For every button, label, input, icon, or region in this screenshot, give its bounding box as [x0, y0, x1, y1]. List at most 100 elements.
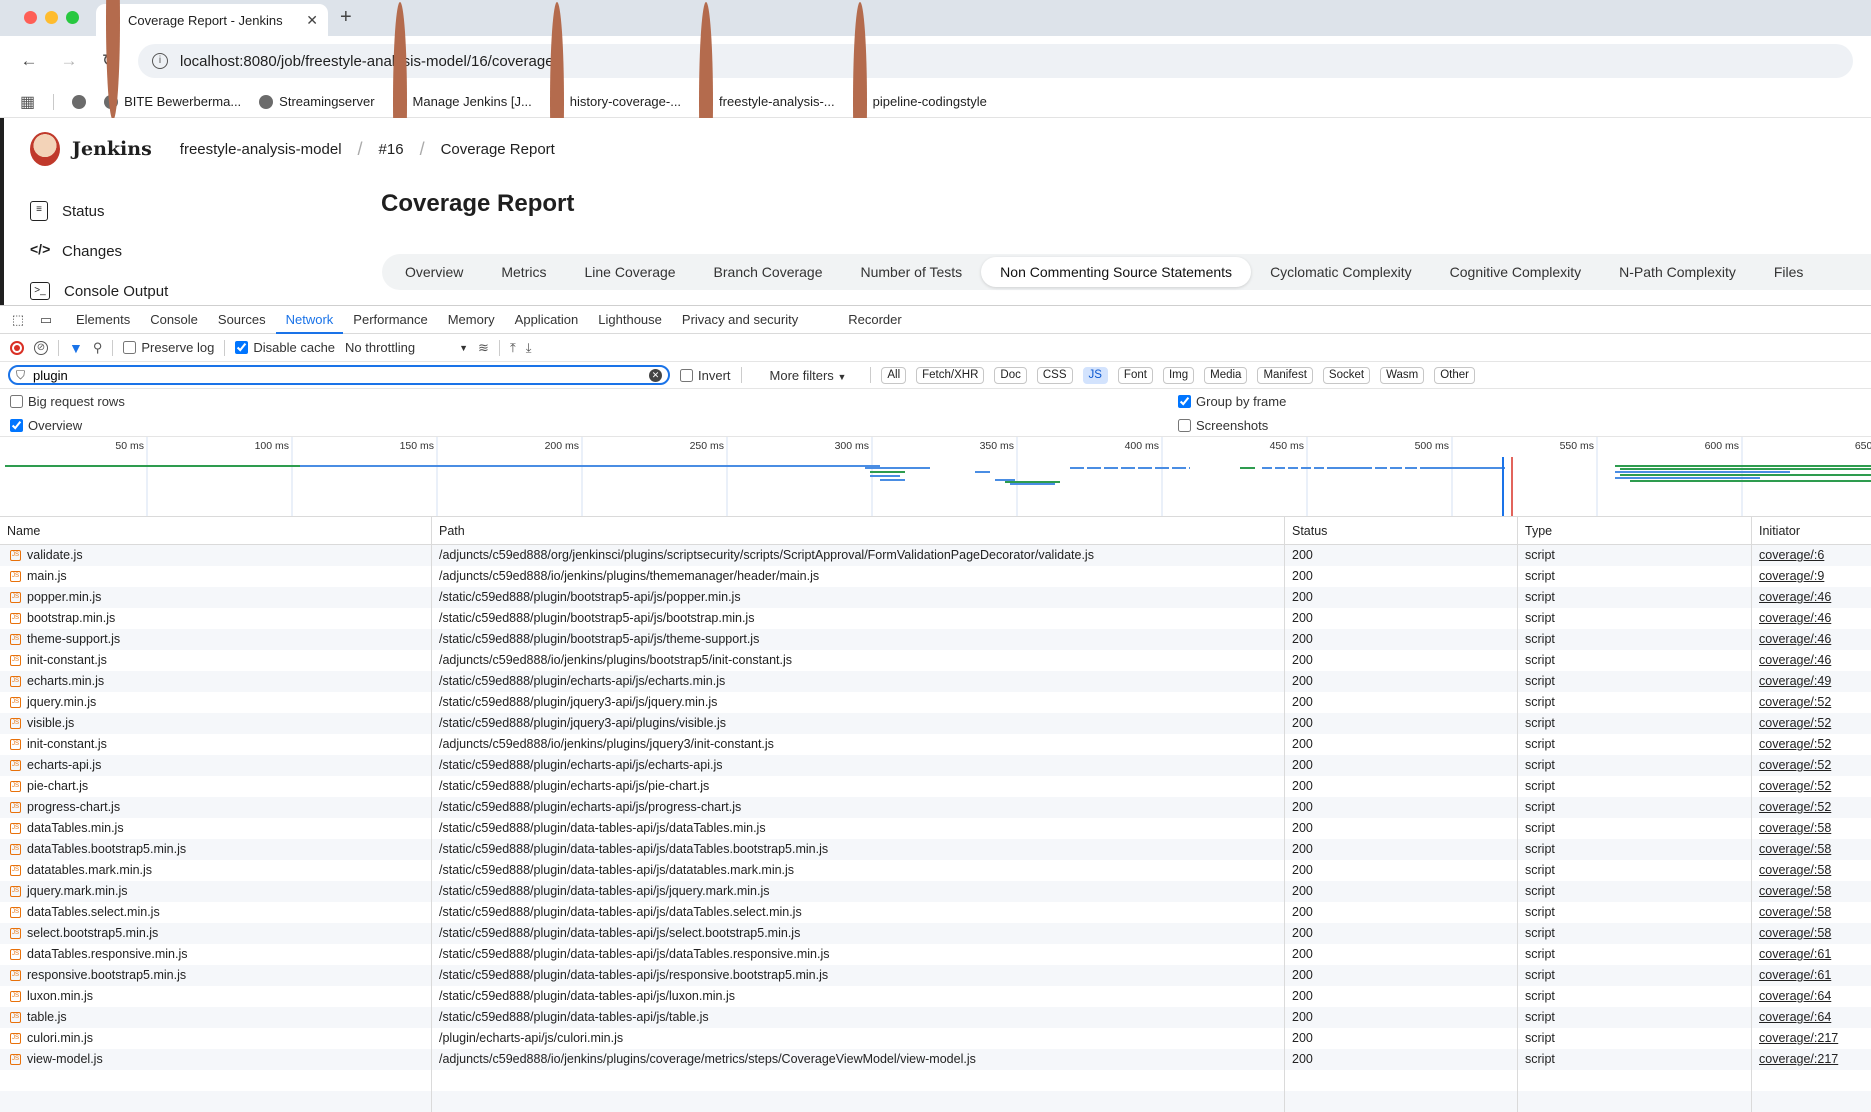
- request-name-cell[interactable]: JSinit-constant.js: [0, 734, 432, 755]
- request-initiator-link[interactable]: coverage/:52: [1759, 758, 1831, 772]
- zoom-window-button[interactable]: [66, 11, 79, 24]
- table-row[interactable]: JSecharts.min.js/static/c59ed888/plugin/…: [0, 671, 1871, 692]
- invert-input[interactable]: [680, 369, 693, 382]
- request-name-cell[interactable]: JSjquery.mark.min.js: [0, 881, 432, 902]
- request-initiator-link[interactable]: coverage/:64: [1759, 989, 1831, 1003]
- table-row[interactable]: JSculori.min.js/plugin/echarts-api/js/cu…: [0, 1028, 1871, 1049]
- table-row[interactable]: JSluxon.min.js/static/c59ed888/plugin/da…: [0, 986, 1871, 1007]
- request-initiator-link[interactable]: coverage/:61: [1759, 968, 1831, 982]
- request-initiator-link[interactable]: coverage/:64: [1759, 1010, 1831, 1024]
- request-name-cell[interactable]: JSpie-chart.js: [0, 776, 432, 797]
- devtools-tab-lighthouse[interactable]: Lighthouse: [588, 306, 672, 334]
- preserve-log-checkbox[interactable]: Preserve log: [123, 340, 214, 355]
- table-row[interactable]: JSdataTables.bootstrap5.min.js/static/c5…: [0, 839, 1871, 860]
- overview-input[interactable]: [10, 419, 23, 432]
- request-initiator-link[interactable]: coverage/:9: [1759, 569, 1824, 583]
- tab-overview[interactable]: Overview: [386, 257, 482, 287]
- column-header-initiator[interactable]: Initiator: [1752, 517, 1871, 544]
- tab-non-commenting-source-statements[interactable]: Non Commenting Source Statements: [981, 257, 1251, 287]
- import-har-icon[interactable]: ⤒: [510, 340, 516, 356]
- devtools-tab-application[interactable]: Application: [505, 306, 589, 334]
- type-filter-all[interactable]: All: [881, 367, 906, 384]
- devtools-tab-performance[interactable]: Performance: [343, 306, 437, 334]
- request-initiator-link[interactable]: coverage/:58: [1759, 926, 1831, 940]
- group-by-frame-checkbox[interactable]: Group by frame: [1178, 394, 1286, 409]
- request-name-cell[interactable]: JSpopper.min.js: [0, 587, 432, 608]
- close-tab-icon[interactable]: ✕: [306, 12, 318, 29]
- devtools-tab-console[interactable]: Console: [140, 306, 208, 334]
- table-row[interactable]: JStheme-support.js/static/c59ed888/plugi…: [0, 629, 1871, 650]
- request-initiator-link[interactable]: coverage/:46: [1759, 590, 1831, 604]
- tab-number-of-tests[interactable]: Number of Tests: [842, 257, 982, 287]
- request-initiator-link[interactable]: coverage/:46: [1759, 611, 1831, 625]
- table-row[interactable]: JSecharts-api.js/static/c59ed888/plugin/…: [0, 755, 1871, 776]
- breadcrumb-job[interactable]: freestyle-analysis-model: [180, 141, 342, 158]
- table-row[interactable]: JSdataTables.select.min.js/static/c59ed8…: [0, 902, 1871, 923]
- request-initiator-link[interactable]: coverage/:6: [1759, 548, 1824, 562]
- request-initiator-link[interactable]: coverage/:52: [1759, 800, 1831, 814]
- request-name-cell[interactable]: JSjquery.min.js: [0, 692, 432, 713]
- request-initiator-link[interactable]: coverage/:46: [1759, 653, 1831, 667]
- minimize-window-button[interactable]: [45, 11, 58, 24]
- tab-files[interactable]: Files: [1755, 257, 1823, 287]
- browser-tab[interactable]: Coverage Report - Jenkins ✕: [96, 4, 328, 36]
- disable-cache-checkbox[interactable]: Disable cache: [235, 340, 335, 355]
- type-filter-doc[interactable]: Doc: [994, 367, 1026, 384]
- table-row[interactable]: JSdataTables.min.js/static/c59ed888/plug…: [0, 818, 1871, 839]
- request-name-cell[interactable]: JSvisible.js: [0, 713, 432, 734]
- filter-icon[interactable]: ▼: [69, 340, 83, 356]
- request-initiator-link[interactable]: coverage/:49: [1759, 674, 1831, 688]
- column-header-status[interactable]: Status: [1285, 517, 1518, 544]
- device-toolbar-icon[interactable]: ▭: [38, 312, 54, 328]
- screenshots-input[interactable]: [1178, 419, 1191, 432]
- tab-metrics[interactable]: Metrics: [482, 257, 565, 287]
- sidebar-item-changes[interactable]: </> Changes: [30, 231, 168, 271]
- table-row[interactable]: JSresponsive.bootstrap5.min.js/static/c5…: [0, 965, 1871, 986]
- request-initiator-link[interactable]: coverage/:217: [1759, 1031, 1838, 1045]
- invert-checkbox[interactable]: Invert: [680, 368, 731, 383]
- request-name-cell[interactable]: JSbootstrap.min.js: [0, 608, 432, 629]
- search-icon[interactable]: ⚲: [93, 340, 103, 356]
- request-name-cell[interactable]: JSdataTables.bootstrap5.min.js: [0, 839, 432, 860]
- apps-grid-icon[interactable]: ▦: [20, 92, 35, 112]
- table-row[interactable]: JSjquery.mark.min.js/static/c59ed888/plu…: [0, 881, 1871, 902]
- type-filter-media[interactable]: Media: [1204, 367, 1247, 384]
- request-initiator-link[interactable]: coverage/:52: [1759, 779, 1831, 793]
- request-initiator-link[interactable]: coverage/:52: [1759, 716, 1831, 730]
- tab-branch-coverage[interactable]: Branch Coverage: [695, 257, 842, 287]
- request-name-cell[interactable]: JSecharts-api.js: [0, 755, 432, 776]
- type-filter-wasm[interactable]: Wasm: [1380, 367, 1424, 384]
- table-row[interactable]: JStable.js/static/c59ed888/plugin/data-t…: [0, 1007, 1871, 1028]
- forward-icon[interactable]: →: [58, 51, 80, 71]
- table-row[interactable]: JSjquery.min.js/static/c59ed888/plugin/j…: [0, 692, 1871, 713]
- table-row[interactable]: JSdatatables.mark.min.js/static/c59ed888…: [0, 860, 1871, 881]
- screenshots-checkbox[interactable]: Screenshots: [1178, 418, 1268, 433]
- request-name-cell[interactable]: JStheme-support.js: [0, 629, 432, 650]
- request-name-cell[interactable]: JStable.js: [0, 1007, 432, 1028]
- close-window-button[interactable]: [24, 11, 37, 24]
- request-name-cell[interactable]: JSdataTables.min.js: [0, 818, 432, 839]
- request-initiator-link[interactable]: coverage/:58: [1759, 842, 1831, 856]
- clear-filter-icon[interactable]: ✕: [649, 369, 662, 382]
- sidebar-item-status[interactable]: ≡ Status: [30, 191, 168, 231]
- request-name-cell[interactable]: JSprogress-chart.js: [0, 797, 432, 818]
- breadcrumb-build[interactable]: #16: [379, 141, 404, 158]
- devtools-tab-sources[interactable]: Sources: [208, 306, 276, 334]
- tab-cyclomatic-complexity[interactable]: Cyclomatic Complexity: [1251, 257, 1431, 287]
- devtools-tab-privacy-and-security[interactable]: Privacy and security: [672, 306, 808, 334]
- clear-icon[interactable]: ⊘: [34, 341, 48, 355]
- devtools-tab-recorder[interactable]: Recorder: [838, 306, 911, 334]
- bookmark-item[interactable]: BITE Bewerberma...: [104, 94, 241, 109]
- request-initiator-link[interactable]: coverage/:61: [1759, 947, 1831, 961]
- request-initiator-link[interactable]: coverage/:46: [1759, 632, 1831, 646]
- tab-n-path-complexity[interactable]: N-Path Complexity: [1600, 257, 1755, 287]
- table-row[interactable]: JSpie-chart.js/static/c59ed888/plugin/ec…: [0, 776, 1871, 797]
- request-initiator-link[interactable]: coverage/:52: [1759, 695, 1831, 709]
- jenkins-logo-icon[interactable]: [30, 132, 60, 166]
- request-name-cell[interactable]: JSview-model.js: [0, 1049, 432, 1070]
- request-name-cell[interactable]: JSdatatables.mark.min.js: [0, 860, 432, 881]
- table-row[interactable]: JSvalidate.js/adjuncts/c59ed888/org/jenk…: [0, 545, 1871, 566]
- request-name-cell[interactable]: JSinit-constant.js: [0, 650, 432, 671]
- globe-icon[interactable]: [72, 95, 86, 109]
- table-row[interactable]: JSinit-constant.js/adjuncts/c59ed888/io/…: [0, 650, 1871, 671]
